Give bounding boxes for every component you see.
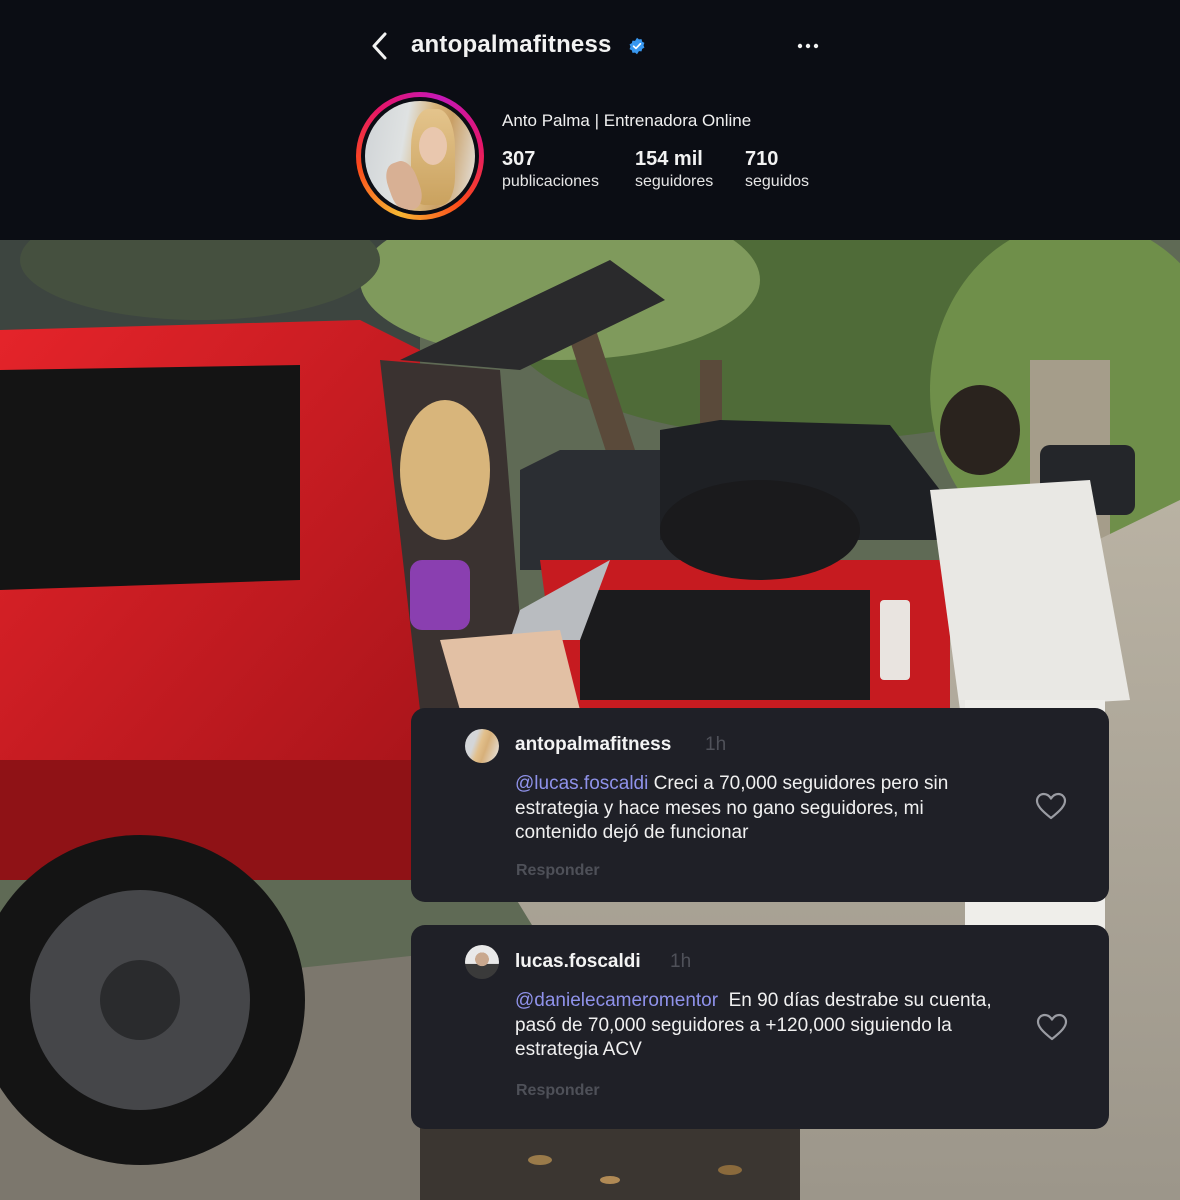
profile-header: antopalmafitness Anto Palma | Entrenador… (0, 0, 1180, 240)
comment-mention[interactable]: @lucas.foscaldi (515, 773, 648, 794)
stat-posts[interactable]: 307 publicaciones (502, 147, 599, 193)
verified-badge-icon (629, 37, 645, 55)
comment-username[interactable]: antopalmafitness (515, 734, 671, 756)
stat-following-label: seguidos (745, 173, 810, 190)
like-heart-icon[interactable] (1035, 792, 1067, 820)
comment-username[interactable]: lucas.foscaldi (515, 951, 641, 973)
comment-mention[interactable]: @danielecameromentor (515, 990, 718, 1011)
reply-button[interactable]: Responder (516, 862, 600, 880)
stat-following[interactable]: 710 seguidos (745, 147, 809, 193)
back-chevron-icon[interactable] (366, 30, 396, 62)
comment-time: 1h (705, 734, 727, 755)
comment-card: lucas.foscaldi 1h @danielecameromentor E… (411, 925, 1109, 1129)
comment-time: 1h (670, 951, 692, 972)
comment-text: @danielecameromentor En 90 días destrabe… (515, 989, 995, 1063)
profile-username: antopalmafitness (411, 31, 612, 58)
stat-posts-value: 307 (502, 148, 536, 170)
stat-following-value: 710 (745, 148, 779, 170)
more-options-icon[interactable] (794, 34, 822, 58)
comment-card: antopalmafitness 1h @lucas.foscaldi Crec… (411, 708, 1109, 902)
stat-followers[interactable]: 154 mil seguidores (635, 147, 713, 193)
stat-followers-label: seguidores (635, 173, 714, 190)
stat-posts-label: publicaciones (502, 173, 599, 190)
profile-avatar (365, 101, 475, 211)
reply-button[interactable]: Responder (516, 1082, 600, 1100)
comment-avatar[interactable] (465, 945, 499, 979)
stat-followers-value: 154 mil (635, 148, 703, 170)
comment-avatar[interactable] (465, 729, 499, 763)
like-heart-icon[interactable] (1036, 1013, 1068, 1041)
profile-avatar-story-ring[interactable] (356, 92, 484, 220)
profile-full-name: Anto Palma | Entrenadora Online (502, 111, 752, 130)
comment-text: @lucas.foscaldi Creci a 70,000 seguidore… (515, 772, 995, 846)
